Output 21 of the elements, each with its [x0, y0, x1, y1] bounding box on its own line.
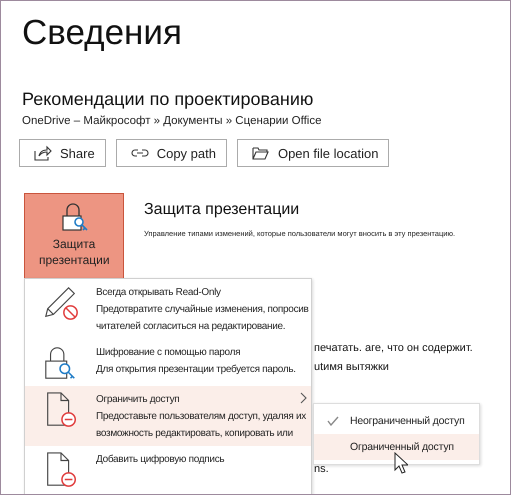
section-text: utимя вытяжки: [314, 361, 390, 373]
toolbar-button[interactable]: Open file location: [236, 139, 390, 167]
menu-item[interactable]: Всегда открывать Read-Only Предотвратите случайные изменения, попросив читателей согласиться на редактирование.: [25, 279, 311, 339]
protect-presentation-button[interactable]: Защита презентации: [24, 193, 124, 279]
section-heading: Защита презентации: [144, 201, 300, 219]
pencil-no-icon: [42, 284, 80, 322]
menu-item[interactable]: Шифрование с помощью пароля Для открытия презентации требуется пароль.: [25, 339, 311, 386]
section-text: печатать. аге, что он содержит.: [314, 342, 474, 354]
section-text: ns.: [314, 463, 330, 475]
submenu-item[interactable]: Ограниченный доступ: [314, 434, 479, 460]
share-icon: [34, 145, 52, 161]
menu-item[interactable]: Добавить цифровую подпись: [25, 446, 311, 493]
menu-item[interactable]: Ограничить доступ Предоставьте пользователям доступ, удаляя их возможность редактировать, копировать или: [25, 386, 311, 446]
document-path: OneDrive – Майкрософт » Документы » Сценарии Office: [22, 115, 322, 127]
page-title: Сведения: [22, 12, 183, 54]
toolbar-button[interactable]: Share: [19, 139, 106, 167]
folder-icon: [252, 145, 270, 161]
submenu-item[interactable]: Неограниченный доступ: [314, 408, 479, 434]
document-title: Рекомендации по проектированию: [22, 89, 314, 110]
toolbar-button[interactable]: Copy path: [116, 139, 227, 167]
chevron-right-icon: [299, 392, 307, 404]
